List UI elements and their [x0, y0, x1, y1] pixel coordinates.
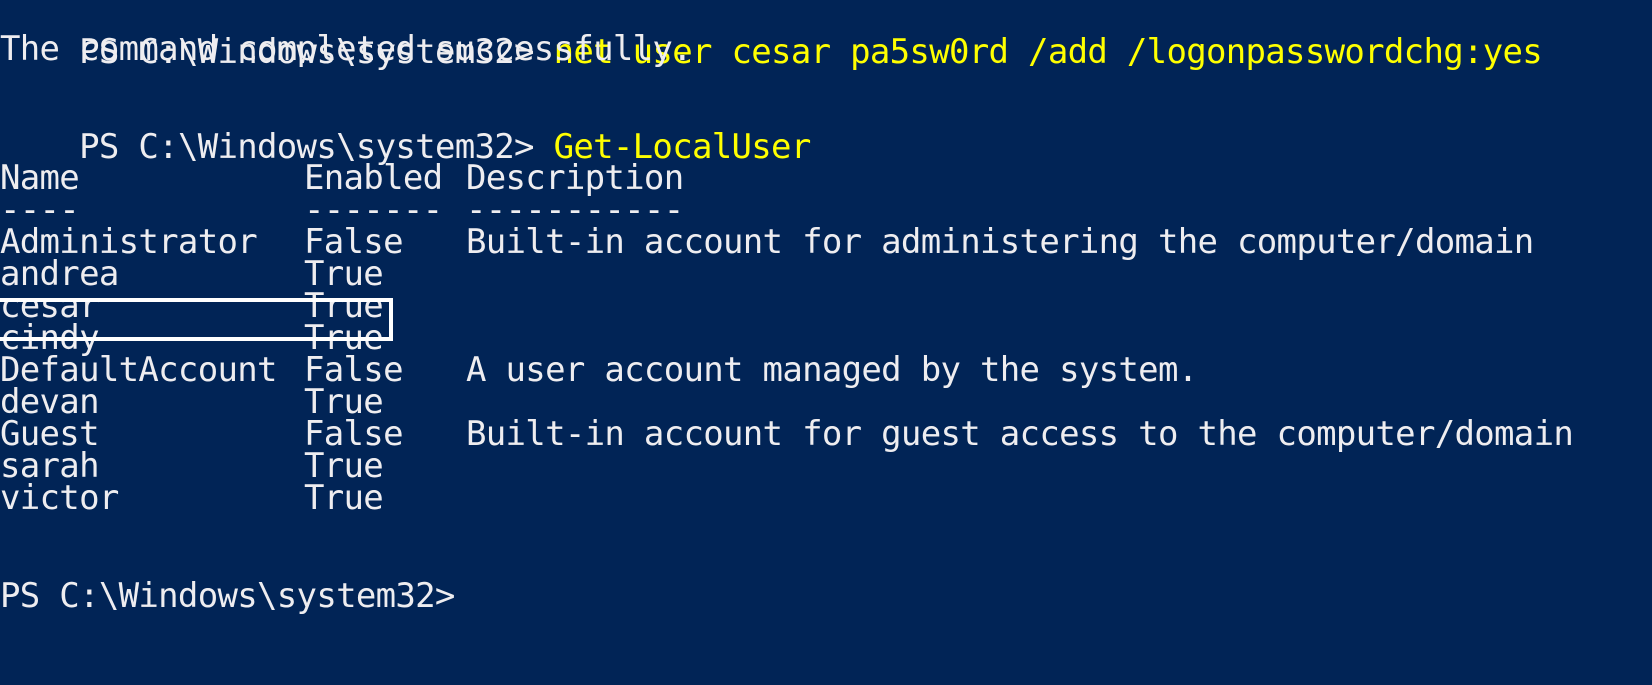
row-description: Built-in account for administering the c… [466, 222, 1534, 262]
row-description: A user account managed by the system. [466, 350, 1198, 390]
row-name: victor [0, 478, 119, 518]
table-header: Name Enabled Description [0, 161, 1652, 195]
table-row: Guest False Built-in account for guest a… [0, 417, 1652, 451]
table-row: Administrator False Built-in account for… [0, 225, 1652, 259]
table-row: victor True [0, 481, 1652, 515]
command-output: The command completed successfully. [0, 29, 693, 69]
powershell-terminal[interactable]: PS C:\Windows\system32> net user cesar p… [0, 0, 1652, 685]
table-row: DefaultAccount False A user account mana… [0, 353, 1652, 387]
command-line-2: PS C:\Windows\system32> Get-LocalUser [0, 96, 811, 164]
command-text: net user cesar pa5sw0rd /add /logonpassw… [553, 32, 1543, 72]
command-prompt[interactable]: PS C:\Windows\system32> [0, 579, 455, 613]
row-enabled: True [304, 478, 384, 518]
row-description: Built-in account for guest access to the… [466, 414, 1574, 454]
table-row: sarah True [0, 449, 1652, 483]
table-row: andrea True [0, 257, 1652, 291]
highlight-box [0, 298, 393, 341]
